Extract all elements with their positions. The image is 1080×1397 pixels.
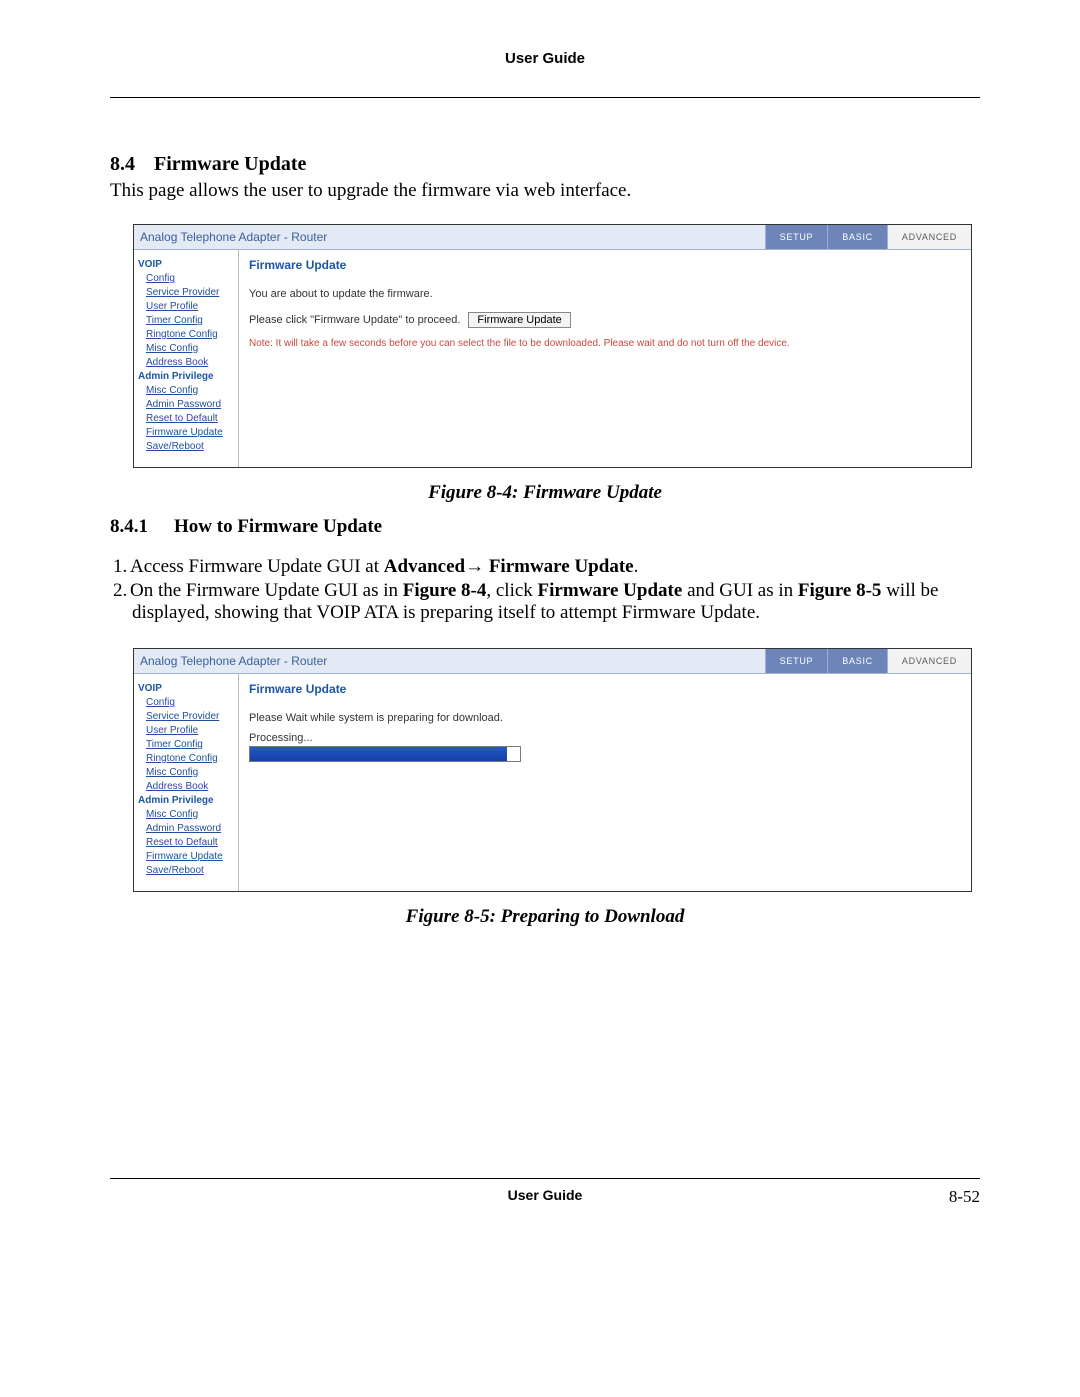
nav-config[interactable]: Config <box>146 697 234 708</box>
nav-reset-default[interactable]: Reset to Default <box>146 413 234 424</box>
nav-timer-config[interactable]: Timer Config <box>146 739 234 750</box>
tab-setup[interactable]: SETUP <box>765 649 828 673</box>
nav-address-book[interactable]: Address Book <box>146 781 234 792</box>
section-heading: 8.4Firmware Update <box>110 153 980 176</box>
steps-list: Access Firmware Update GUI at Advanced→ … <box>110 556 980 624</box>
step2-btn: Firmware Update <box>538 580 683 601</box>
figure-caption-1: Figure 8-4: Firmware Update <box>110 482 980 504</box>
nav-misc-config[interactable]: Misc Config <box>146 767 234 778</box>
subsection-heading: 8.4.1How to Firmware Update <box>110 516 980 538</box>
nav-config[interactable]: Config <box>146 273 234 284</box>
subsection-title: How to Firmware Update <box>174 516 382 537</box>
gui-screenshot-2: Analog Telephone Adapter - Router SETUP … <box>133 648 972 892</box>
nav-save-reboot[interactable]: Save/Reboot <box>146 865 234 876</box>
gui-window-title: Analog Telephone Adapter - Router <box>140 654 327 668</box>
gui-tabbar: SETUP BASIC ADVANCED <box>765 225 971 249</box>
gui-note-text: Note: It will take a few seconds before … <box>249 338 961 349</box>
footer-title: User Guide <box>508 1187 583 1203</box>
gui-processing-text: Processing... <box>249 732 961 744</box>
tab-basic[interactable]: BASIC <box>827 225 887 249</box>
step-1: Access Firmware Update GUI at Advanced→ … <box>132 556 980 578</box>
gui-content-title: Firmware Update <box>249 682 961 696</box>
nav-header-voip: VOIP <box>138 683 234 694</box>
nav-timer-config[interactable]: Timer Config <box>146 315 234 326</box>
gui-tabbar: SETUP BASIC ADVANCED <box>765 649 971 673</box>
nav-save-reboot[interactable]: Save/Reboot <box>146 441 234 452</box>
nav-service-provider[interactable]: Service Provider <box>146 711 234 722</box>
nav-firmware-update[interactable]: Firmware Update <box>146 427 234 438</box>
step1-pre: Access Firmware Update GUI at <box>130 556 384 577</box>
gui-content-title: Firmware Update <box>249 258 961 272</box>
step2-fig-b: Figure 8-5 <box>798 580 882 601</box>
gui-content: Firmware Update You are about to update … <box>239 250 971 467</box>
gui-sidebar: VOIP Config Service Provider User Profil… <box>134 674 239 891</box>
nav-reset-default[interactable]: Reset to Default <box>146 837 234 848</box>
step-2: On the Firmware Update GUI as in Figure … <box>132 580 980 624</box>
nav-admin-password[interactable]: Admin Password <box>146 399 234 410</box>
nav-header-voip: VOIP <box>138 259 234 270</box>
nav-address-book[interactable]: Address Book <box>146 357 234 368</box>
progress-fill <box>250 747 507 761</box>
step2-fig-a: Figure 8-4 <box>403 580 487 601</box>
nav-service-provider[interactable]: Service Provider <box>146 287 234 298</box>
gui-titlebar: Analog Telephone Adapter - Router SETUP … <box>134 649 971 674</box>
footer-page-number: 8-52 <box>949 1187 980 1207</box>
nav-misc-config-2[interactable]: Misc Config <box>146 809 234 820</box>
tab-advanced[interactable]: ADVANCED <box>887 225 971 249</box>
figure-caption-2: Figure 8-5: Preparing to Download <box>110 906 980 928</box>
gui-sidebar: VOIP Config Service Provider User Profil… <box>134 250 239 467</box>
gui-titlebar: Analog Telephone Adapter - Router SETUP … <box>134 225 971 250</box>
nav-user-profile[interactable]: User Profile <box>146 301 234 312</box>
step1-bold: Advanced→ Firmware Update <box>384 556 634 577</box>
step1-post: . <box>634 556 639 577</box>
gui-wait-text: Please Wait while system is preparing fo… <box>249 712 961 724</box>
nav-header-admin: Admin Privilege <box>138 795 234 806</box>
page-footer: User Guide 8-52 <box>110 1178 980 1203</box>
tab-setup[interactable]: SETUP <box>765 225 828 249</box>
firmware-update-button[interactable]: Firmware Update <box>468 312 570 328</box>
step2-b: , click <box>486 580 537 601</box>
gui-window-title: Analog Telephone Adapter - Router <box>140 230 327 244</box>
gui-about-text: You are about to update the firmware. <box>249 288 961 300</box>
step2-a: On the Firmware Update GUI as in <box>130 580 403 601</box>
tab-basic[interactable]: BASIC <box>827 649 887 673</box>
gui-proceed-text: Please click "Firmware Update" to procee… <box>249 314 460 326</box>
page-header: User Guide <box>110 50 980 98</box>
section-intro: This page allows the user to upgrade the… <box>110 180 980 202</box>
gui-proceed-row: Please click "Firmware Update" to procee… <box>249 312 961 328</box>
nav-ringtone-config[interactable]: Ringtone Config <box>146 329 234 340</box>
nav-user-profile[interactable]: User Profile <box>146 725 234 736</box>
gui-content: Firmware Update Please Wait while system… <box>239 674 971 891</box>
tab-advanced[interactable]: ADVANCED <box>887 649 971 673</box>
section-number: 8.4 <box>110 153 154 176</box>
nav-firmware-update[interactable]: Firmware Update <box>146 851 234 862</box>
section-title: Firmware Update <box>154 153 306 175</box>
step2-c: and GUI as in <box>682 580 798 601</box>
gui-screenshot-1: Analog Telephone Adapter - Router SETUP … <box>133 224 972 468</box>
nav-misc-config-2[interactable]: Misc Config <box>146 385 234 396</box>
progress-bar <box>249 746 521 762</box>
nav-admin-password[interactable]: Admin Password <box>146 823 234 834</box>
nav-header-admin: Admin Privilege <box>138 371 234 382</box>
nav-ringtone-config[interactable]: Ringtone Config <box>146 753 234 764</box>
subsection-number: 8.4.1 <box>110 516 174 538</box>
nav-misc-config[interactable]: Misc Config <box>146 343 234 354</box>
